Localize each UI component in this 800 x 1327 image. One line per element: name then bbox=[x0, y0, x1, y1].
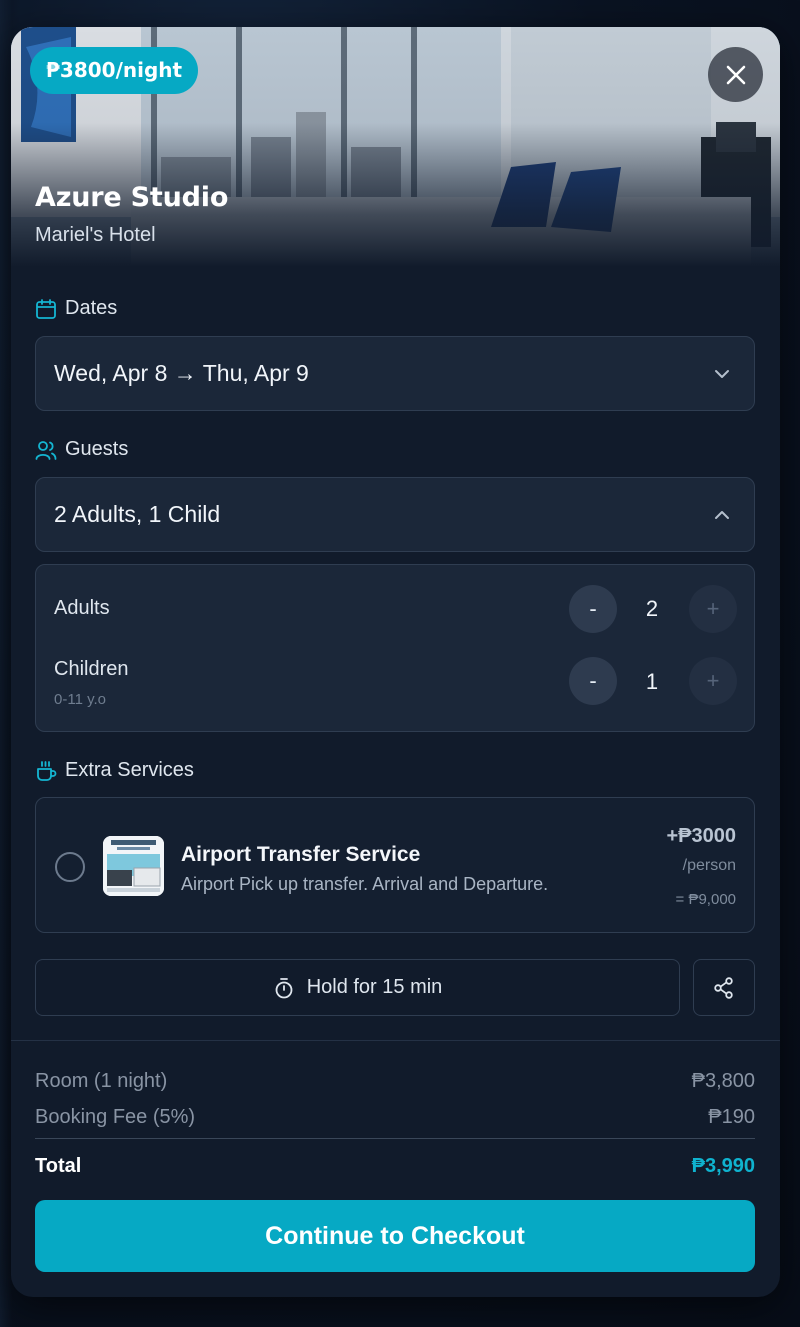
service-price-unit: /person bbox=[682, 857, 736, 874]
hold-label: Hold for 15 min bbox=[306, 976, 443, 998]
children-age-hint: 0-11 y.o bbox=[54, 691, 106, 708]
dates-dropdown[interactable]: Wed, Apr 8 → Thu, Apr 9 bbox=[35, 336, 755, 411]
room-title: Azure Studio bbox=[35, 182, 229, 213]
booking-fee-label: Booking Fee (5%) bbox=[35, 1106, 196, 1128]
adults-increment-button[interactable]: + bbox=[689, 585, 737, 633]
children-label: Children bbox=[54, 658, 129, 680]
service-description: Airport Pick up transfer. Arrival and De… bbox=[181, 874, 549, 894]
adults-count: 2 bbox=[645, 596, 659, 621]
total-label: Total bbox=[35, 1155, 82, 1177]
guests-dropdown[interactable]: 2 Adults, 1 Child bbox=[35, 477, 755, 552]
booking-fee-row: Booking Fee (5%) ₱190 bbox=[35, 1106, 755, 1129]
service-price-total: = ₱9,000 bbox=[675, 891, 736, 908]
calendar-icon bbox=[36, 298, 56, 319]
room-hero-image: ₱3800/night Azure Studio Mariel's Hotel bbox=[11, 27, 780, 267]
children-decrement-button[interactable]: - bbox=[569, 657, 617, 705]
hold-booking-button[interactable]: Hold for 15 min bbox=[35, 959, 680, 1016]
adults-label: Adults bbox=[54, 597, 110, 619]
share-button[interactable] bbox=[693, 959, 755, 1016]
service-price: +₱3000 bbox=[666, 825, 736, 847]
hotel-name: Mariel's Hotel bbox=[35, 224, 156, 246]
stopwatch-icon bbox=[275, 977, 293, 998]
total-row: Total ₱3,990 bbox=[35, 1155, 755, 1178]
guests-label: Guests bbox=[65, 438, 129, 460]
room-cost-amount: ₱3,800 bbox=[691, 1070, 755, 1092]
users-icon bbox=[35, 440, 57, 460]
price-per-night-badge: ₱3800/night bbox=[30, 47, 199, 94]
booking-fee-amount: ₱190 bbox=[708, 1106, 755, 1128]
summary-divider bbox=[35, 1138, 755, 1139]
dates-label: Dates bbox=[65, 297, 118, 319]
guests-summary: 2 Adults, 1 Child bbox=[54, 501, 221, 527]
children-increment-button[interactable]: + bbox=[689, 657, 737, 705]
children-count: 1 bbox=[645, 669, 659, 694]
guest-count-panel: Adults - 2 + Children 0-11 y.o - 1 + bbox=[35, 564, 755, 732]
dates-value: Wed, Apr 8 → Thu, Apr 9 bbox=[54, 360, 309, 386]
share-icon bbox=[714, 976, 733, 999]
airport-transfer-service-card[interactable]: Airport Transfer Service Airport Pick up… bbox=[35, 797, 755, 933]
close-button[interactable] bbox=[708, 47, 763, 102]
section-divider bbox=[11, 1040, 780, 1041]
close-icon bbox=[726, 65, 745, 84]
service-thumbnail bbox=[103, 836, 164, 896]
chevron-up-icon bbox=[715, 511, 729, 519]
service-select-radio[interactable] bbox=[55, 852, 85, 882]
extras-label: Extra Services bbox=[65, 759, 194, 781]
adults-decrement-button[interactable]: - bbox=[569, 585, 617, 633]
booking-modal: ₱3800/night Azure Studio Mariel's Hotel … bbox=[11, 27, 780, 1297]
guests-section-label: Guests bbox=[35, 438, 128, 461]
dates-section-label: Dates bbox=[35, 297, 117, 320]
room-cost-row: Room (1 night) ₱3,800 bbox=[35, 1070, 755, 1093]
total-amount: ₱3,990 bbox=[691, 1155, 755, 1177]
coffee-cup-icon bbox=[37, 760, 57, 781]
continue-to-checkout-button[interactable]: Continue to Checkout bbox=[35, 1200, 755, 1272]
chevron-down-icon bbox=[715, 370, 729, 378]
service-name: Airport Transfer Service bbox=[181, 843, 421, 866]
extras-section-label: Extra Services bbox=[35, 759, 194, 782]
room-cost-label: Room (1 night) bbox=[35, 1070, 168, 1092]
